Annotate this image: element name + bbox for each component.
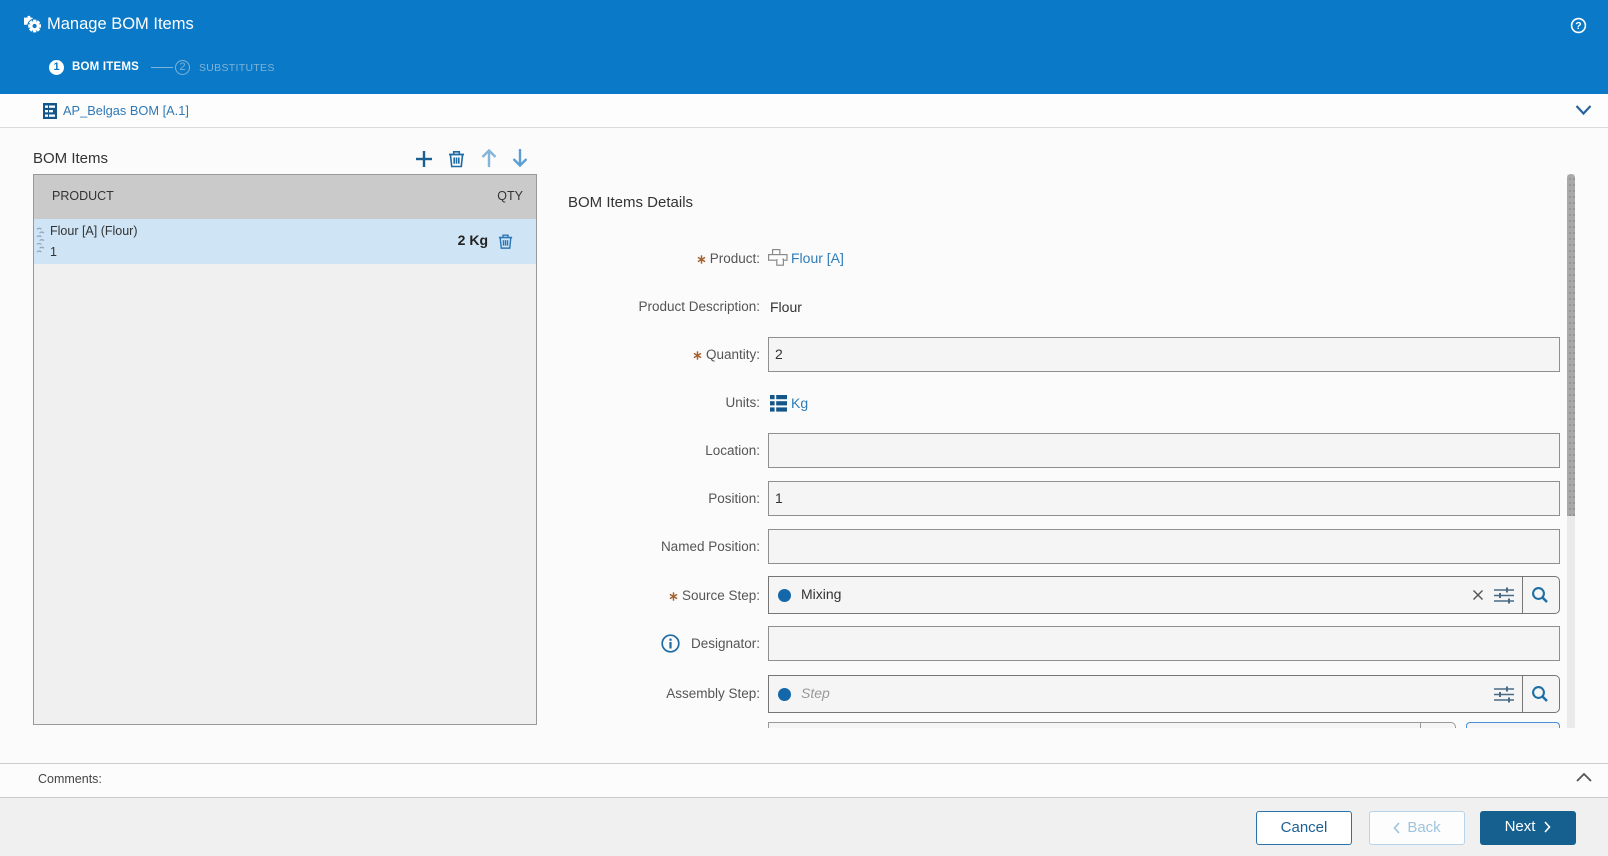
svg-text:?: ? — [1575, 20, 1581, 32]
